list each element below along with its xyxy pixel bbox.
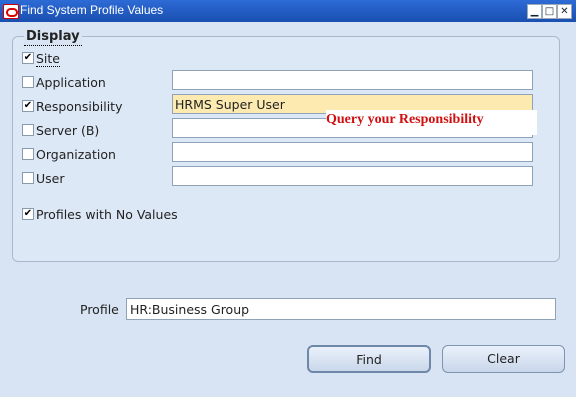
site-checkbox[interactable]: ✔ xyxy=(22,52,34,64)
server-label: Server (B) xyxy=(36,123,100,138)
responsibility-checkbox[interactable]: ✔ xyxy=(22,100,34,112)
profile-field[interactable]: HR:Business Group xyxy=(126,298,556,320)
close-button[interactable]: ✕ xyxy=(557,4,572,19)
organization-checkbox[interactable] xyxy=(22,148,34,160)
application-label: Application xyxy=(36,75,106,90)
profile-label: Profile xyxy=(80,302,119,317)
organization-label: Organization xyxy=(36,147,116,162)
responsibility-label: Responsibility xyxy=(36,99,123,114)
title-bar: Find System Profile Values ▁ □ ✕ xyxy=(0,0,576,22)
user-checkbox[interactable] xyxy=(22,172,34,184)
profile-value: HR:Business Group xyxy=(130,302,250,317)
application-field[interactable] xyxy=(172,70,533,90)
annotation-callout: Query your Responsibility xyxy=(326,110,537,135)
responsibility-value: HRMS Super User xyxy=(175,97,285,112)
application-checkbox[interactable] xyxy=(22,76,34,88)
minimize-button[interactable]: ▁ xyxy=(527,4,542,19)
organization-field[interactable] xyxy=(172,142,533,162)
profiles-no-values-label: Profiles with No Values xyxy=(36,207,178,222)
find-button[interactable]: Find xyxy=(307,345,431,373)
user-label: User xyxy=(36,171,65,186)
window-title: Find System Profile Values xyxy=(20,3,164,17)
clear-button[interactable]: Clear xyxy=(442,345,565,373)
profiles-no-values-checkbox[interactable]: ✔ xyxy=(22,208,34,220)
display-legend: Display xyxy=(24,29,82,46)
server-checkbox[interactable] xyxy=(22,124,34,136)
user-field[interactable] xyxy=(172,166,533,186)
site-label: Site xyxy=(36,51,60,67)
maximize-button[interactable]: □ xyxy=(542,4,557,19)
oracle-logo-icon xyxy=(3,4,19,19)
